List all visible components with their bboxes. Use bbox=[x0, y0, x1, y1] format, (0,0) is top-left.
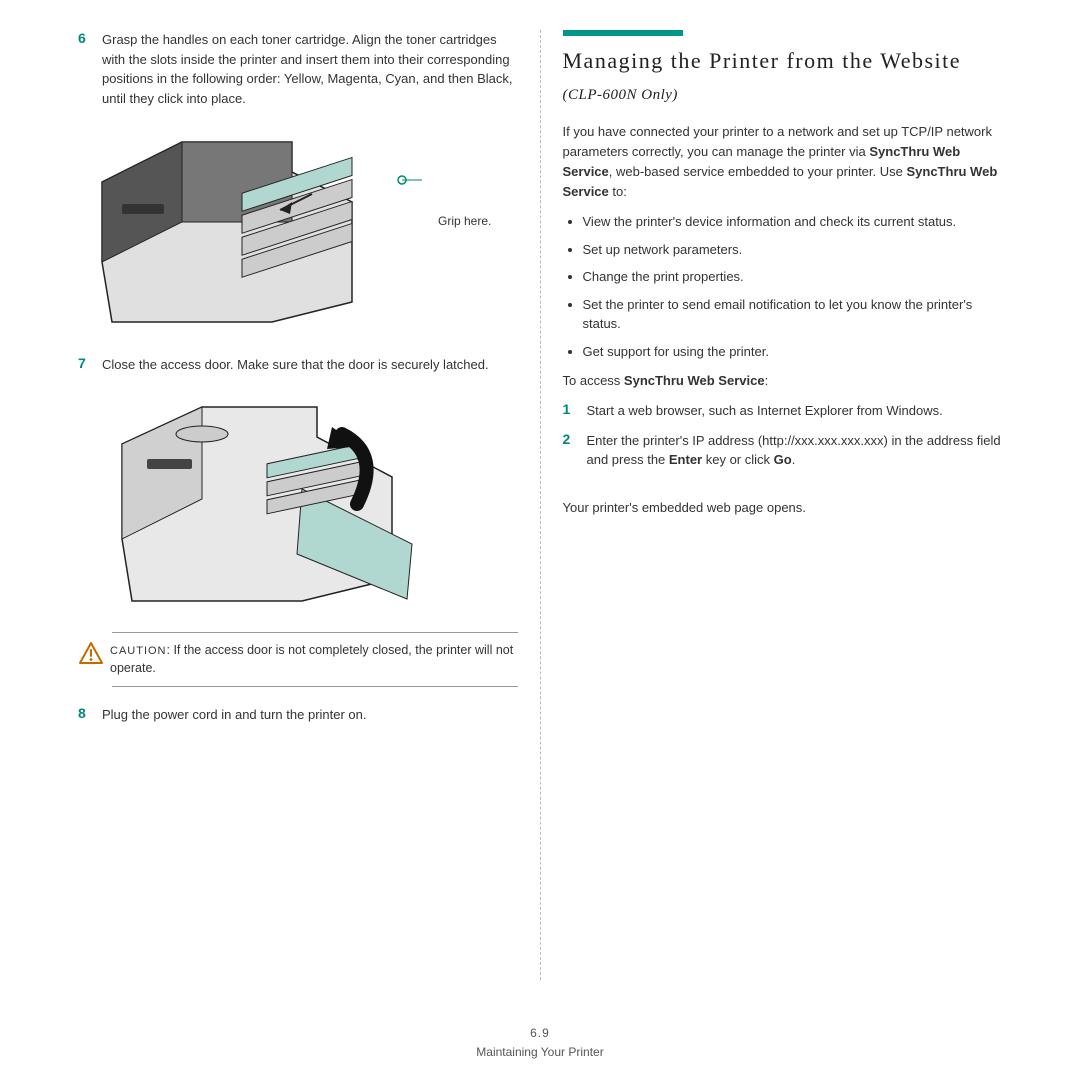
figure-close-door bbox=[92, 389, 518, 614]
section-accent-bar bbox=[563, 30, 683, 36]
right-column: Managing the Printer from the Website (C… bbox=[545, 30, 1021, 980]
printer-close-illustration bbox=[92, 389, 432, 614]
caution-icon bbox=[78, 641, 104, 667]
step-text: Close the access door. Make sure that th… bbox=[102, 355, 518, 375]
caution-body: : If the access door is not completely c… bbox=[110, 643, 513, 676]
page: 6 Grasp the handles on each toner cartri… bbox=[0, 0, 1080, 1020]
caution-box: CAUTION: If the access door is not compl… bbox=[112, 632, 518, 688]
left-column: 6 Grasp the handles on each toner cartri… bbox=[60, 30, 536, 980]
step-8: 8 Plug the power cord in and turn the pr… bbox=[78, 705, 518, 725]
intro-tail: to: bbox=[609, 184, 627, 199]
list-item: Set the printer to send email notificati… bbox=[583, 295, 1003, 334]
step2-mid: key or click bbox=[702, 452, 774, 467]
title-sub: (CLP-600N Only) bbox=[563, 87, 678, 103]
step-text: Enter the printer's IP address (http://x… bbox=[587, 431, 1003, 470]
title-main: Managing the Printer from the Website bbox=[563, 48, 962, 73]
column-divider bbox=[540, 30, 541, 980]
step-text: Start a web browser, such as Internet Ex… bbox=[587, 401, 1003, 421]
feature-list: View the printer's device information an… bbox=[563, 212, 1003, 361]
step-number: 2 bbox=[563, 431, 587, 470]
footer-section: Maintaining Your Printer bbox=[0, 1043, 1080, 1062]
go-button-label: Go bbox=[774, 452, 792, 467]
figure-insert-cartridge: Grip here. bbox=[92, 122, 518, 337]
step-6: 6 Grasp the handles on each toner cartri… bbox=[78, 30, 518, 108]
step-number: 6 bbox=[78, 30, 102, 108]
right-step-1: 1 Start a web browser, such as Internet … bbox=[563, 401, 1003, 421]
page-footer: 6.9 Maintaining Your Printer bbox=[0, 1024, 1080, 1062]
step2-post: . bbox=[792, 452, 796, 467]
step-number: 7 bbox=[78, 355, 102, 375]
step-number: 1 bbox=[563, 401, 587, 421]
access-label: To access SyncThru Web Service: bbox=[563, 371, 1003, 391]
list-item: Change the print properties. bbox=[583, 267, 1003, 287]
list-item: Get support for using the printer. bbox=[583, 342, 1003, 362]
step-text: Plug the power cord in and turn the prin… bbox=[102, 705, 518, 725]
step-number: 8 bbox=[78, 705, 102, 725]
grip-here-label: Grip here. bbox=[438, 214, 491, 228]
intro-paragraph: If you have connected your printer to a … bbox=[563, 122, 1003, 203]
intro-post: , web-based service embedded to your pri… bbox=[609, 164, 907, 179]
list-item: Set up network parameters. bbox=[583, 240, 1003, 260]
page-number: 6.9 bbox=[0, 1024, 1080, 1043]
list-item: View the printer's device information an… bbox=[583, 212, 1003, 232]
right-step-2: 2 Enter the printer's IP address (http:/… bbox=[563, 431, 1003, 470]
closing-paragraph: Your printer's embedded web page opens. bbox=[563, 498, 1003, 518]
step-7: 7 Close the access door. Make sure that … bbox=[78, 355, 518, 375]
access-pre: To access bbox=[563, 373, 624, 388]
caution-text: CAUTION: If the access door is not compl… bbox=[110, 641, 518, 679]
step-text: Grasp the handles on each toner cartridg… bbox=[102, 30, 518, 108]
service-name: SyncThru Web Service bbox=[624, 373, 765, 388]
enter-key: Enter bbox=[669, 452, 702, 467]
section-title: Managing the Printer from the Website (C… bbox=[563, 46, 1003, 108]
caution-label: CAUTION bbox=[110, 645, 167, 657]
access-post: : bbox=[765, 373, 769, 388]
printer-insert-illustration bbox=[92, 122, 422, 337]
